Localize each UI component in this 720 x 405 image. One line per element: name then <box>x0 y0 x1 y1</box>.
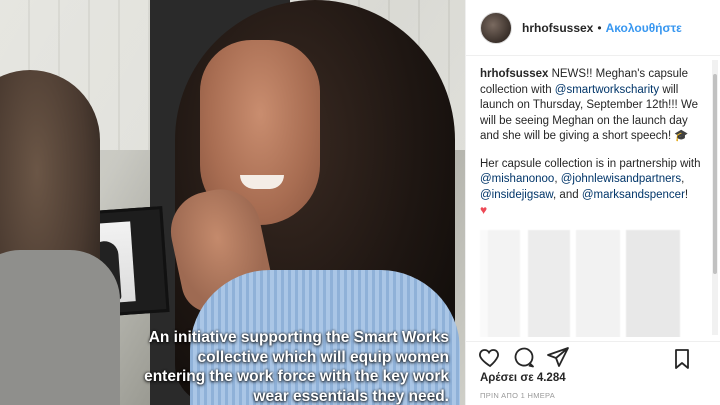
blurred-comments <box>480 229 715 337</box>
mention-link[interactable]: @smartworkscharity <box>555 84 659 96</box>
post-header: hrhofsussex • Ακολουθήστε <box>466 0 720 56</box>
follow-button[interactable]: Ακολουθήστε <box>606 21 682 35</box>
video-caption-overlay: An initiative supporting the Smart Works… <box>100 328 455 405</box>
comment-username[interactable]: hrhofsussex <box>480 68 548 80</box>
bookmark-icon[interactable] <box>670 347 694 371</box>
heart-emoji: ♥ <box>480 203 488 217</box>
comment-text: , and <box>553 188 582 201</box>
graduation-cap-emoji: 🎓 <box>674 130 689 142</box>
avatar[interactable] <box>480 11 512 44</box>
comment-text: ! <box>684 188 689 201</box>
header-separator: • <box>597 20 602 35</box>
share-icon[interactable] <box>546 345 570 369</box>
comment-icon[interactable] <box>512 345 536 369</box>
caption-line: entering the work force with the key wor… <box>144 368 449 385</box>
caption-comment: hrhofsussex NEWS!! Meghan's capsule coll… <box>466 57 720 337</box>
post-timestamp: ΠΡΙΝ ΑΠΟ 1 ΗΜΕΡΑ <box>480 391 556 400</box>
mention-link[interactable]: @insidejigsaw <box>480 189 553 201</box>
likes-count[interactable]: Αρέσει σε 4.284 <box>480 372 566 384</box>
caption-paragraph-1: hrhofsussex NEWS!! Meghan's capsule coll… <box>480 67 702 145</box>
caption-paragraph-2: Her capsule collection is in partnership… <box>480 157 702 220</box>
comment-text: Her capsule collection is in partnership… <box>480 157 701 170</box>
comment-text: , <box>681 173 685 185</box>
comments-scrollbar[interactable] <box>712 60 718 335</box>
post-image[interactable]: An initiative supporting the Smart Works… <box>0 0 465 405</box>
instagram-post: An initiative supporting the Smart Works… <box>0 0 720 405</box>
mention-link[interactable]: @marksandspencer <box>582 189 685 201</box>
action-bar <box>466 341 720 372</box>
header-username[interactable]: hrhofsussex <box>522 21 593 35</box>
heart-icon[interactable] <box>478 345 502 369</box>
mention-link[interactable]: @mishanonoo <box>480 173 554 185</box>
scrollbar-thumb[interactable] <box>713 74 717 274</box>
mention-link[interactable]: @johnlewisandpartners <box>561 173 681 185</box>
caption-line: An initiative supporting the Smart Works <box>148 329 449 346</box>
post-sidebar: hrhofsussex • Ακολουθήστε hrhofsussex NE… <box>465 0 720 405</box>
caption-line: collective which will equip women <box>197 348 450 366</box>
caption-line: wear essentials they need. <box>253 387 449 405</box>
